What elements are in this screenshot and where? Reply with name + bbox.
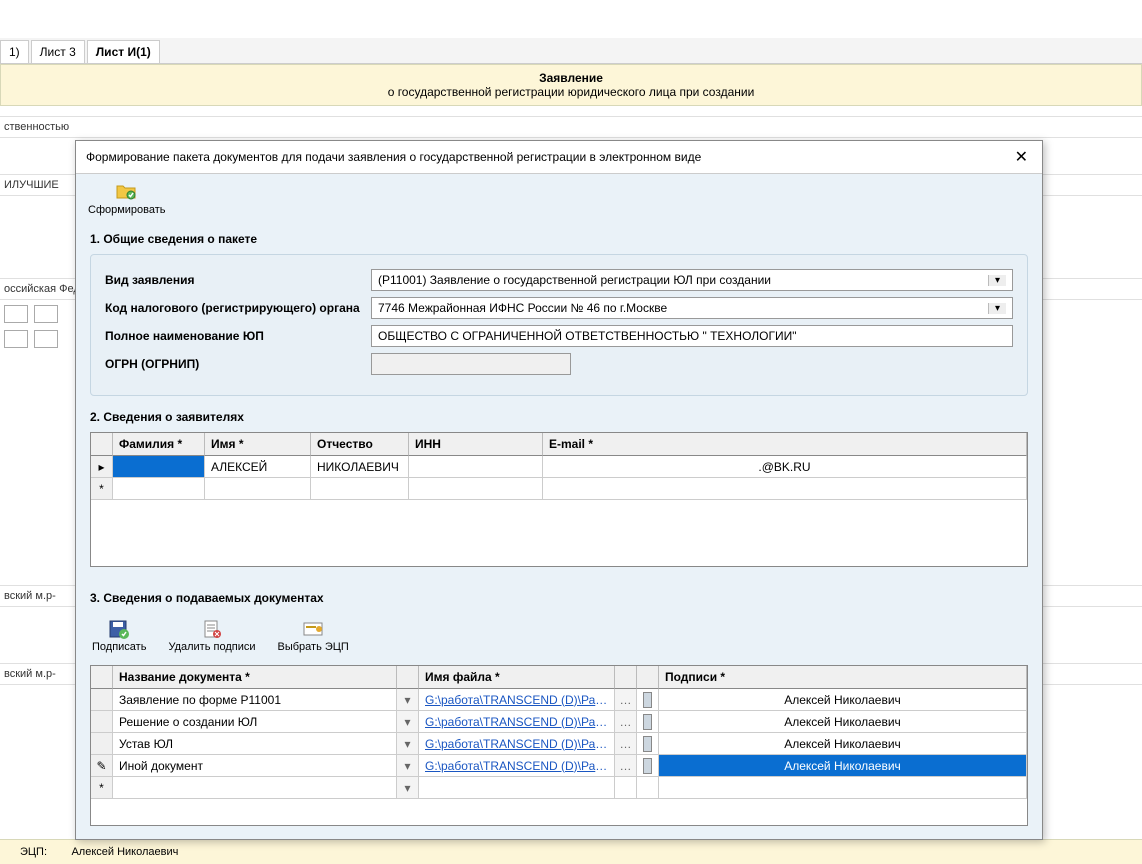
label-ogrn: ОГРН (ОГРНИП) [105, 357, 371, 371]
section1-title: 1. Общие сведения о пакете [90, 232, 1028, 246]
dropdown-icon[interactable]: ▾ [397, 733, 419, 755]
bg-input[interactable] [4, 330, 28, 348]
cell-signature[interactable]: Алексей Николаевич [659, 689, 1027, 711]
chevron-down-icon: ▾ [988, 275, 1006, 286]
sign-label: Подписать [92, 641, 146, 653]
dropdown-icon[interactable]: ▾ [397, 777, 419, 799]
dialog-titlebar: Формирование пакета документов для подач… [76, 141, 1042, 174]
document-row[interactable]: Заявление по форме Р11001 ▾ G:\работа\TR… [91, 689, 1027, 711]
signature-indicator-icon [643, 692, 652, 708]
input-value: ОБЩЕСТВО С ОГРАНИЧЕННОЙ ОТВЕТСТВЕННОСТЬЮ… [378, 329, 797, 343]
col-inn: ИНН [409, 433, 543, 456]
cell-signature[interactable]: Алексей Николаевич [659, 733, 1027, 755]
input-ogrn [371, 353, 571, 375]
input-full-name[interactable]: ОБЩЕСТВО С ОГРАНИЧЕННОЙ ОТВЕТСТВЕННОСТЬЮ… [371, 325, 1013, 347]
cell-inn[interactable] [409, 456, 543, 478]
sign-button[interactable]: Подписать [90, 617, 148, 655]
edit-row-indicator: ✎ [91, 755, 113, 777]
row-indicator: ▸ [91, 456, 113, 478]
save-check-icon [107, 619, 131, 639]
combo-tax-code[interactable]: 7746 Межрайонная ИФНС России № 46 по г.М… [371, 297, 1013, 319]
cell-doc-name[interactable]: Иной документ [113, 755, 397, 777]
combo-value: 7746 Межрайонная ИФНС России № 46 по г.М… [378, 301, 667, 315]
ecp-value: Алексей Николаевич [71, 846, 178, 858]
label-tax-code: Код налогового (регистрирующего) органа [105, 301, 371, 315]
browse-icon[interactable]: … [615, 733, 637, 755]
pick-ecp-label: Выбрать ЭЦП [278, 641, 349, 653]
remove-signatures-button[interactable]: Удалить подписи [166, 617, 257, 655]
dialog-title: Формирование пакета документов для подач… [86, 150, 701, 164]
combo-application-type[interactable]: (Р11001) Заявление о государственной рег… [371, 269, 1013, 291]
tab-sheet-i1[interactable]: Лист И(1) [87, 40, 160, 63]
page-header: Заявление о государственной регистрации … [0, 64, 1142, 106]
combo-value: (Р11001) Заявление о государственной рег… [378, 273, 771, 287]
pick-ecp-button[interactable]: Выбрать ЭЦП [276, 617, 351, 655]
section3-title: 3. Сведения о подаваемых документах [90, 591, 1028, 605]
page-subtitle: о государственной регистрации юридическо… [1, 85, 1141, 99]
cell-doc-name[interactable]: Решение о создании ЮЛ [113, 711, 397, 733]
tab-sheet3[interactable]: Лист 3 [31, 40, 85, 63]
bg-row: ственностью [0, 116, 1142, 138]
applicants-grid[interactable]: Фамилия * Имя * Отчество ИНН E-mail * ▸ … [90, 432, 1028, 567]
dropdown-icon[interactable]: ▾ [397, 711, 419, 733]
document-row-new[interactable]: * ▾ [91, 777, 1027, 799]
new-row-indicator: * [91, 777, 113, 799]
file-link[interactable]: G:\работа\TRANSCEND (D)\Работа\П... [425, 737, 608, 751]
close-button[interactable]: ✕ [1011, 147, 1032, 167]
col-doc-name: Название документа * [113, 666, 397, 689]
browse-icon[interactable]: … [615, 689, 637, 711]
tab-1[interactable]: 1) [0, 40, 29, 63]
footer: ЭЦП: Алексей Николаевич [0, 839, 1142, 864]
document-row[interactable]: ✎ Иной документ ▾ G:\работа\TRANSCEND (D… [91, 755, 1027, 777]
cell-email[interactable]: .@BK.RU [543, 456, 1027, 478]
remove-signatures-label: Удалить подписи [168, 641, 255, 653]
label-application-type: Вид заявления [105, 273, 371, 287]
close-icon: ✕ [1015, 149, 1028, 166]
bg-input[interactable] [4, 305, 28, 323]
chevron-down-icon: ▾ [988, 303, 1006, 314]
document-row[interactable]: Решение о создании ЮЛ ▾ G:\работа\TRANSC… [91, 711, 1027, 733]
file-link[interactable]: G:\работа\TRANSCEND (D)\Работа\П... [425, 715, 608, 729]
signature-indicator-icon [643, 758, 652, 774]
cell-signature[interactable]: Алексей Николаевич [659, 755, 1027, 777]
bg-input[interactable] [34, 305, 58, 323]
cell-surname[interactable] [113, 456, 205, 478]
document-delete-icon [200, 619, 224, 639]
applicant-row-new[interactable]: * [91, 478, 1027, 500]
signature-indicator-icon [643, 736, 652, 752]
file-link[interactable]: G:\работа\TRANSCEND (D)\Работа\П... [425, 759, 608, 773]
dropdown-icon[interactable]: ▾ [397, 755, 419, 777]
cell-doc-name[interactable]: Заявление по форме Р11001 [113, 689, 397, 711]
package-dialog: Формирование пакета документов для подач… [75, 140, 1043, 840]
col-file-name: Имя файла * [419, 666, 615, 689]
cell-patronymic[interactable]: НИКОЛАЕВИЧ [311, 456, 409, 478]
dropdown-icon[interactable]: ▾ [397, 689, 419, 711]
signature-indicator-icon [643, 714, 652, 730]
applicant-row[interactable]: ▸ АЛЕКСЕЙ НИКОЛАЕВИЧ .@BK.RU [91, 456, 1027, 478]
col-signatures: Подписи * [659, 666, 1027, 689]
col-surname: Фамилия * [113, 433, 205, 456]
browse-icon[interactable]: … [615, 711, 637, 733]
document-row[interactable]: Устав ЮЛ ▾ G:\работа\TRANSCEND (D)\Работ… [91, 733, 1027, 755]
cell-name[interactable]: АЛЕКСЕЙ [205, 456, 311, 478]
bg-input[interactable] [34, 330, 58, 348]
col-email: E-mail * [543, 433, 1027, 456]
folder-gear-icon [115, 182, 139, 202]
certificate-icon [301, 619, 325, 639]
section2-title: 2. Сведения о заявителях [90, 410, 1028, 424]
documents-grid[interactable]: Название документа * Имя файла * Подписи… [90, 665, 1028, 826]
generate-button[interactable]: Сформировать [86, 180, 168, 218]
file-link[interactable]: G:\работа\TRANSCEND (D)\Работа\П... [425, 693, 608, 707]
ecp-label: ЭЦП: [20, 846, 47, 858]
page-title: Заявление [1, 71, 1141, 85]
new-row-indicator: * [91, 478, 113, 500]
generate-label: Сформировать [88, 204, 166, 216]
col-name: Имя * [205, 433, 311, 456]
background-tabs[interactable]: 1) Лист 3 Лист И(1) [0, 38, 1142, 64]
cell-doc-name[interactable]: Устав ЮЛ [113, 733, 397, 755]
col-patronymic: Отчество [311, 433, 409, 456]
label-full-name: Полное наименование ЮП [105, 329, 371, 343]
browse-icon[interactable]: … [615, 755, 637, 777]
cell-signature[interactable]: Алексей Николаевич [659, 711, 1027, 733]
